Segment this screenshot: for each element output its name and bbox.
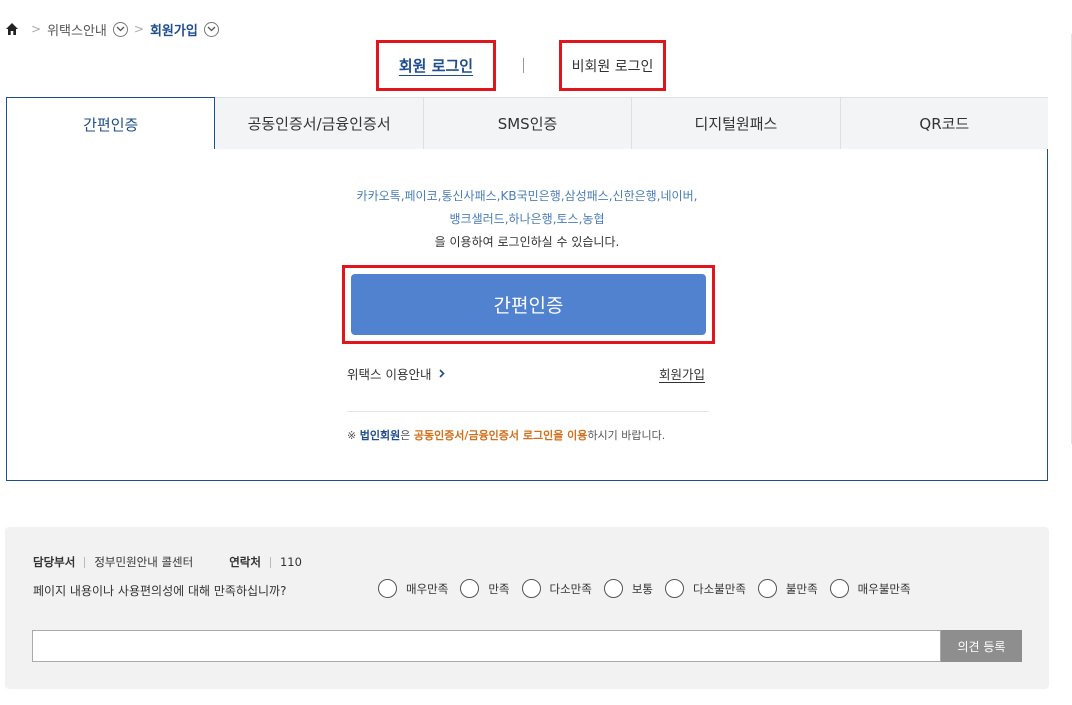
chevron-down-icon[interactable] (203, 21, 219, 37)
survey-options: 매우만족 만족 다소만족 보통 다소불만족 불만족 매우불만족 (378, 579, 923, 598)
breadcrumb-item-label: 회원가입 (149, 23, 198, 39)
survey-option-dissatisfied[interactable]: 불만족 (757, 579, 818, 598)
tab-certificate[interactable]: 공동인증서/금융인증서 (215, 97, 424, 150)
chevron-right-icon (439, 369, 446, 378)
option-label: 매우만족 (406, 581, 449, 596)
provider-list-line: 카카오톡,페이코,통신사패스,KB국민은행,삼성패스,신한은행,네이버, (356, 189, 698, 203)
guest-login-link[interactable]: 비회원 로그인 (572, 56, 654, 76)
login-type-divider (523, 58, 524, 73)
survey-option-somewhat-satisfied[interactable]: 다소만족 (521, 579, 592, 598)
notice-prefix: ※ (347, 429, 360, 442)
opinion-input[interactable] (32, 630, 941, 662)
radio-button[interactable] (665, 579, 684, 598)
tab-easy-auth[interactable]: 간편인증 (6, 97, 216, 150)
member-login-link[interactable]: 회원 로그인 (399, 55, 473, 76)
breadcrumb-separator-icon: > (133, 22, 144, 36)
guest-login-highlight: 비회원 로그인 (559, 40, 666, 91)
divider (84, 556, 86, 568)
breadcrumb-item-label: 위택스안내 (47, 23, 107, 39)
corporate-notice: ※ 법인회원은 공동인증서/금융인증서 로그인을 이용하시기 바랍니다. (347, 427, 665, 443)
notice-suffix: 하시기 바랍니다. (587, 429, 666, 442)
easy-auth-panel: 카카오톡,페이코,통신사패스,KB국민은행,삼성패스,신한은행,네이버, 뱅크샐… (6, 149, 1048, 481)
easy-auth-highlight: 간편인증 (342, 265, 715, 344)
department-label: 담당부서 (33, 555, 76, 569)
survey-option-satisfied[interactable]: 만족 (460, 579, 510, 598)
radio-button[interactable] (460, 579, 480, 598)
satisfaction-survey: 담당부서 정부민원안내 콜센터 연락처 110 페이지 내용이나 사용편의성에 … (5, 527, 1049, 689)
option-label: 다소만족 (549, 581, 592, 596)
member-login-highlight: 회원 로그인 (376, 40, 496, 91)
breadcrumb-item-join[interactable]: 회원가입 (150, 20, 219, 39)
easy-auth-button[interactable]: 간편인증 (351, 274, 706, 335)
provider-list-line: 뱅크샐러드,하나은행,토스,농협 (449, 212, 605, 226)
option-label: 만족 (488, 581, 510, 596)
provider-description: 을 이용하여 로그인하실 수 있습니다. (434, 235, 620, 249)
option-label: 불만족 (785, 581, 818, 596)
radio-button[interactable] (378, 579, 397, 598)
wetax-guide-link[interactable]: 위택스 이용안내 (347, 364, 446, 383)
department-info: 담당부서 정부민원안내 콜센터 연락처 110 (33, 554, 302, 570)
notice-corporate: 법인회원 (359, 429, 401, 442)
tab-digital-onepass[interactable]: 디지털원패스 (632, 97, 841, 150)
divider (347, 411, 709, 412)
survey-option-very-dissatisfied[interactable]: 매우불만족 (829, 579, 911, 598)
radio-button[interactable] (829, 579, 849, 598)
breadcrumb: > 위택스안내 > 회원가입 (5, 18, 219, 40)
option-label: 보통 (631, 581, 653, 596)
auth-method-tabs: 간편인증 공동인증서/금융인증서 SMS인증 디지털원패스 QR코드 (6, 97, 1049, 150)
survey-option-very-satisfied[interactable]: 매우만족 (378, 579, 448, 598)
radio-button[interactable] (757, 579, 777, 598)
home-icon[interactable] (5, 22, 19, 36)
survey-option-somewhat-dissatisfied[interactable]: 다소불만족 (665, 579, 746, 598)
wetax-guide-label: 위택스 이용안내 (347, 367, 432, 382)
divider (269, 556, 271, 568)
tab-sms[interactable]: SMS인증 (423, 97, 633, 150)
radio-button[interactable] (521, 579, 541, 598)
contact-value: 110 (279, 555, 302, 569)
notice-certificate: 공동인증서/금융인증서 로그인을 이용 (413, 429, 588, 442)
tab-qr-code[interactable]: QR코드 (840, 97, 1049, 150)
notice-mid: 은 (400, 429, 414, 442)
submit-opinion-button[interactable]: 의견 등록 (941, 630, 1022, 662)
option-label: 다소불만족 (693, 581, 746, 596)
breadcrumb-item-guide[interactable]: 위택스안내 (47, 20, 128, 39)
provider-list: 카카오톡,페이코,통신사패스,KB국민은행,삼성패스,신한은행,네이버, 뱅크샐… (7, 185, 1047, 231)
join-link[interactable]: 회원가입 (659, 364, 705, 383)
contact-label: 연락처 (229, 555, 261, 569)
radio-button[interactable] (603, 579, 623, 598)
department-value: 정부민원안내 콜센터 (94, 555, 194, 569)
survey-option-neutral[interactable]: 보통 (603, 579, 653, 598)
survey-question: 페이지 내용이나 사용편의성에 대해 만족하십니까? (33, 584, 287, 598)
chevron-down-icon[interactable] (112, 21, 128, 37)
breadcrumb-separator-icon: > (31, 22, 42, 36)
option-label: 매우불만족 (857, 581, 911, 596)
